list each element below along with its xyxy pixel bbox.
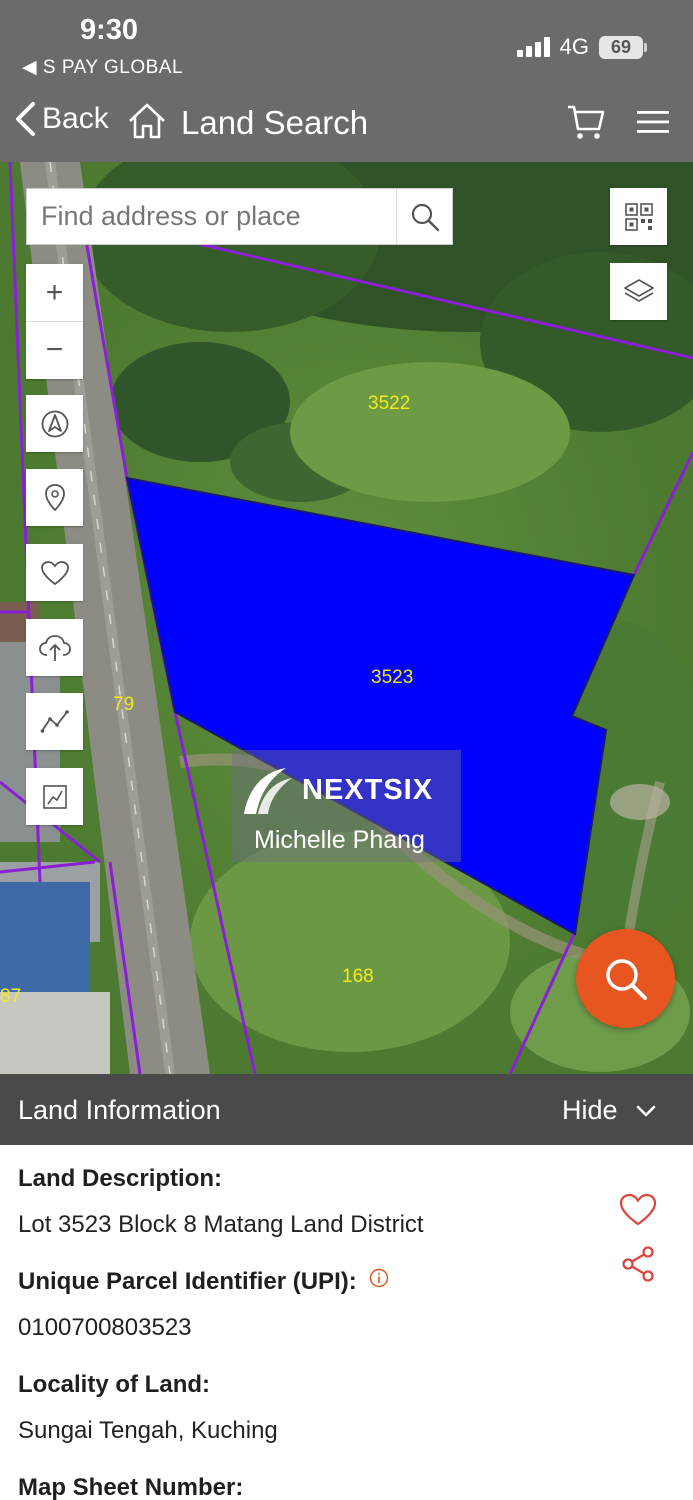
measure-icon (40, 709, 69, 733)
status-indicators: 4G 69 (516, 34, 647, 60)
hide-label: Hide (562, 1095, 618, 1125)
compass-button[interactable] (26, 395, 83, 452)
menu-icon[interactable] (636, 110, 670, 139)
qr-icon (624, 202, 653, 231)
back-button[interactable]: Back (14, 101, 109, 137)
upi-value: 0100700803523 (18, 1314, 192, 1341)
parcel-label-168[interactable]: 168 (342, 966, 374, 988)
upi-label: Unique Parcel Identifier (UPI): (18, 1268, 357, 1295)
parcel-label-79[interactable]: 79 (113, 694, 134, 716)
status-time: 9:30 (80, 14, 139, 46)
land-description-value: Lot 3523 Block 8 Matang Land District (18, 1211, 424, 1238)
network-type: 4G (559, 34, 589, 59)
locality-label: Locality of Land: (18, 1371, 210, 1398)
cart-icon[interactable] (566, 103, 606, 146)
map-view[interactable]: 3522 3523 79 168 87 (0, 162, 693, 1074)
upload-icon (38, 634, 71, 661)
favorite-button[interactable] (619, 1193, 657, 1232)
location-button[interactable] (26, 469, 83, 526)
parcel-label-3522[interactable]: 3522 (368, 393, 410, 415)
draw-area-icon (42, 784, 67, 809)
search-icon (411, 203, 439, 231)
favorite-map-button[interactable] (26, 544, 83, 601)
compass-icon (41, 410, 68, 437)
top-bar: 9:30 ◀ S PAY GLOBAL 4G 69 Back Land Sear… (0, 0, 693, 162)
share-icon (622, 1246, 654, 1282)
battery-level: 69 (599, 35, 643, 59)
upload-button[interactable] (26, 619, 83, 676)
info-panel-title: Land Information (18, 1095, 221, 1125)
heart-icon (619, 1193, 657, 1226)
heart-icon (40, 560, 69, 585)
page-title: Land Search (181, 104, 369, 141)
search-button[interactable] (396, 189, 452, 244)
zoom-in-button[interactable]: + (26, 265, 83, 322)
layers-button[interactable] (610, 263, 667, 320)
back-to-app-link[interactable]: ◀ S PAY GLOBAL (22, 56, 183, 79)
draw-area-button[interactable] (26, 768, 83, 825)
land-information-bar: Land Information Hide (0, 1074, 693, 1145)
zoom-out-button[interactable]: − (26, 322, 83, 379)
watermark-name: Michelle Phang (254, 826, 425, 854)
layers-icon (623, 278, 654, 302)
map-sheet-label: Map Sheet Number: (18, 1474, 244, 1500)
measure-button[interactable] (26, 693, 83, 750)
zoom-out-icon: − (45, 333, 64, 366)
location-pin-icon (44, 483, 65, 511)
satellite-map (0, 162, 693, 1074)
chevron-left-icon (16, 102, 35, 136)
land-search-fab[interactable] (576, 929, 675, 1028)
chevron-down-icon (636, 1105, 655, 1116)
search-input[interactable] (27, 189, 396, 244)
battery-icon: 69 (599, 35, 647, 59)
share-button[interactable] (621, 1246, 655, 1287)
signal-icon (516, 37, 550, 57)
back-label: Back (42, 102, 109, 135)
home-icon[interactable] (127, 102, 167, 145)
search-icon (605, 958, 647, 1000)
agent-watermark: NEXTSIX Michelle Phang (232, 750, 461, 862)
zoom-in-icon: + (45, 275, 64, 309)
info-icon[interactable] (369, 1268, 389, 1288)
upi-label-row: Unique Parcel Identifier (UPI): (18, 1268, 389, 1296)
locality-value: Sungai Tengah, Kuching (18, 1417, 278, 1444)
nextsix-logo-icon (244, 768, 292, 814)
watermark-brand: NEXTSIX (302, 774, 434, 806)
parcel-label-3523[interactable]: 3523 (371, 667, 413, 689)
parcel-label-87[interactable]: 87 (0, 986, 21, 1008)
land-description-label: Land Description: (18, 1165, 223, 1192)
map-search-box (26, 188, 453, 245)
hide-button[interactable]: Hide (562, 1095, 656, 1126)
qr-button[interactable] (610, 188, 667, 245)
zoom-control: + − (26, 264, 83, 379)
